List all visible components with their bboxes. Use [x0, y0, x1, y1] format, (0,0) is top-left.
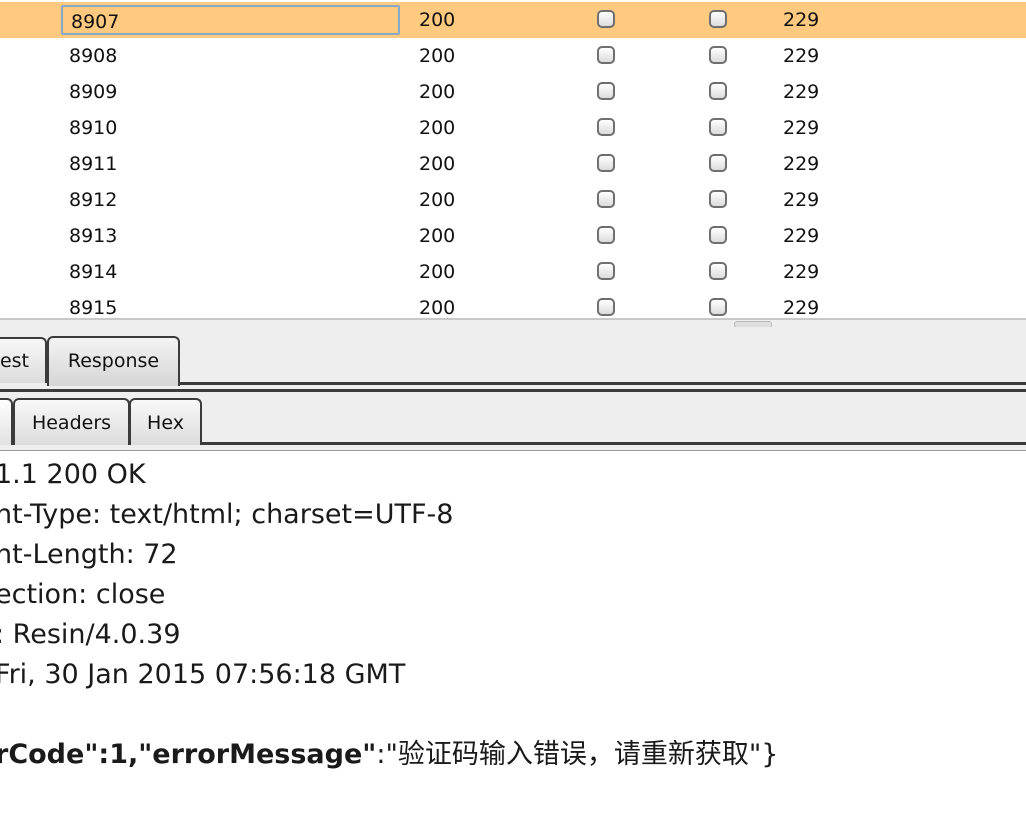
status-cell: 200 — [419, 117, 456, 139]
length-cell: 229 — [783, 225, 820, 247]
status-cell: 200 — [419, 189, 456, 211]
length-cell: 229 — [783, 261, 820, 283]
table-row[interactable]: 8915 200 229 — [0, 290, 1026, 318]
table-row[interactable]: 8912 200 229 — [0, 182, 1026, 218]
length-cell: 229 — [783, 189, 820, 211]
response-raw-view[interactable]: rCode":1,"errorMessage":"验证码输入错误，请重新获取"}… — [0, 451, 1026, 822]
status-cell: 200 — [419, 261, 456, 283]
timeout-checkbox[interactable] — [709, 298, 727, 316]
response-header-line: : Resin/4.0.39 — [0, 619, 181, 650]
length-cell: 229 — [783, 45, 820, 67]
table-row[interactable]: 8913 200 229 — [0, 218, 1026, 254]
table-row[interactable]: 8907 200 229 — [0, 2, 1026, 38]
tab-request[interactable]: est — [0, 337, 47, 383]
error-checkbox[interactable] — [597, 154, 615, 172]
tab-raw[interactable] — [0, 398, 13, 445]
status-cell: 200 — [419, 45, 456, 67]
payload-cell: 8911 — [69, 153, 118, 175]
timeout-checkbox[interactable] — [709, 82, 727, 100]
timeout-checkbox[interactable] — [709, 154, 727, 172]
json-value: "验证码输入错误，请重新获取"} — [385, 739, 779, 770]
status-cell: 200 — [419, 9, 456, 31]
payload-cell: 8915 — [69, 297, 118, 318]
length-cell: 229 — [783, 153, 820, 175]
json-key: rCode" — [0, 739, 99, 770]
timeout-checkbox[interactable] — [709, 190, 727, 208]
response-body-json: rCode":1,"errorMessage":"验证码输入错误，请重新获取"} — [0, 735, 778, 775]
error-checkbox[interactable] — [597, 262, 615, 280]
table-row[interactable]: 8909 200 229 — [0, 74, 1026, 110]
error-checkbox[interactable] — [597, 298, 615, 316]
table-row[interactable]: 8914 200 229 — [0, 254, 1026, 290]
response-header-line: Fri, 30 Jan 2015 07:56:18 GMT — [0, 659, 406, 690]
tab-headers[interactable]: Headers — [13, 398, 130, 445]
payload-cell: 8909 — [69, 81, 118, 103]
length-cell: 229 — [783, 9, 820, 31]
error-checkbox[interactable] — [597, 118, 615, 136]
payload-cell: 8913 — [69, 225, 118, 247]
payload-cell: 8908 — [69, 45, 118, 67]
json-value: :1, — [98, 739, 139, 770]
tab-response[interactable]: Response — [47, 336, 180, 386]
status-cell: 200 — [419, 297, 456, 318]
length-cell: 229 — [783, 297, 820, 318]
table-row[interactable]: 8910 200 229 — [0, 110, 1026, 146]
payload-cell: 8907 — [61, 5, 400, 35]
timeout-checkbox[interactable] — [709, 118, 727, 136]
error-checkbox[interactable] — [597, 226, 615, 244]
timeout-checkbox[interactable] — [709, 262, 727, 280]
status-cell: 200 — [419, 81, 456, 103]
error-checkbox[interactable] — [597, 46, 615, 64]
intruder-results-table[interactable]: 8907 200 229 8908 200 229 8909 200 229 8910 200 229… — [0, 0, 1026, 318]
error-checkbox[interactable] — [597, 82, 615, 100]
response-header-line: 1.1 200 OK — [0, 459, 146, 490]
length-cell: 229 — [783, 117, 820, 139]
json-key: "errorMessage" — [138, 739, 377, 770]
status-cell: 200 — [419, 225, 456, 247]
table-row[interactable]: 8911 200 229 — [0, 146, 1026, 182]
payload-cell: 8914 — [69, 261, 118, 283]
error-checkbox[interactable] — [597, 190, 615, 208]
tab-hex[interactable]: Hex — [129, 398, 202, 445]
timeout-checkbox[interactable] — [709, 226, 727, 244]
payload-cell: 8910 — [69, 117, 118, 139]
tabbar-border — [180, 382, 1026, 385]
response-header-line: nt-Length: 72 — [0, 539, 178, 570]
error-checkbox[interactable] — [597, 10, 615, 28]
timeout-checkbox[interactable] — [709, 46, 727, 64]
table-row[interactable]: 8908 200 229 — [0, 38, 1026, 74]
timeout-checkbox[interactable] — [709, 10, 727, 28]
length-cell: 229 — [783, 81, 820, 103]
response-header-line: nt-Type: text/html; charset=UTF-8 — [0, 499, 454, 530]
split-pane-divider[interactable] — [0, 318, 1026, 328]
payload-cell: 8912 — [69, 189, 118, 211]
response-header-line: ection: close — [0, 579, 166, 610]
status-cell: 200 — [419, 153, 456, 175]
